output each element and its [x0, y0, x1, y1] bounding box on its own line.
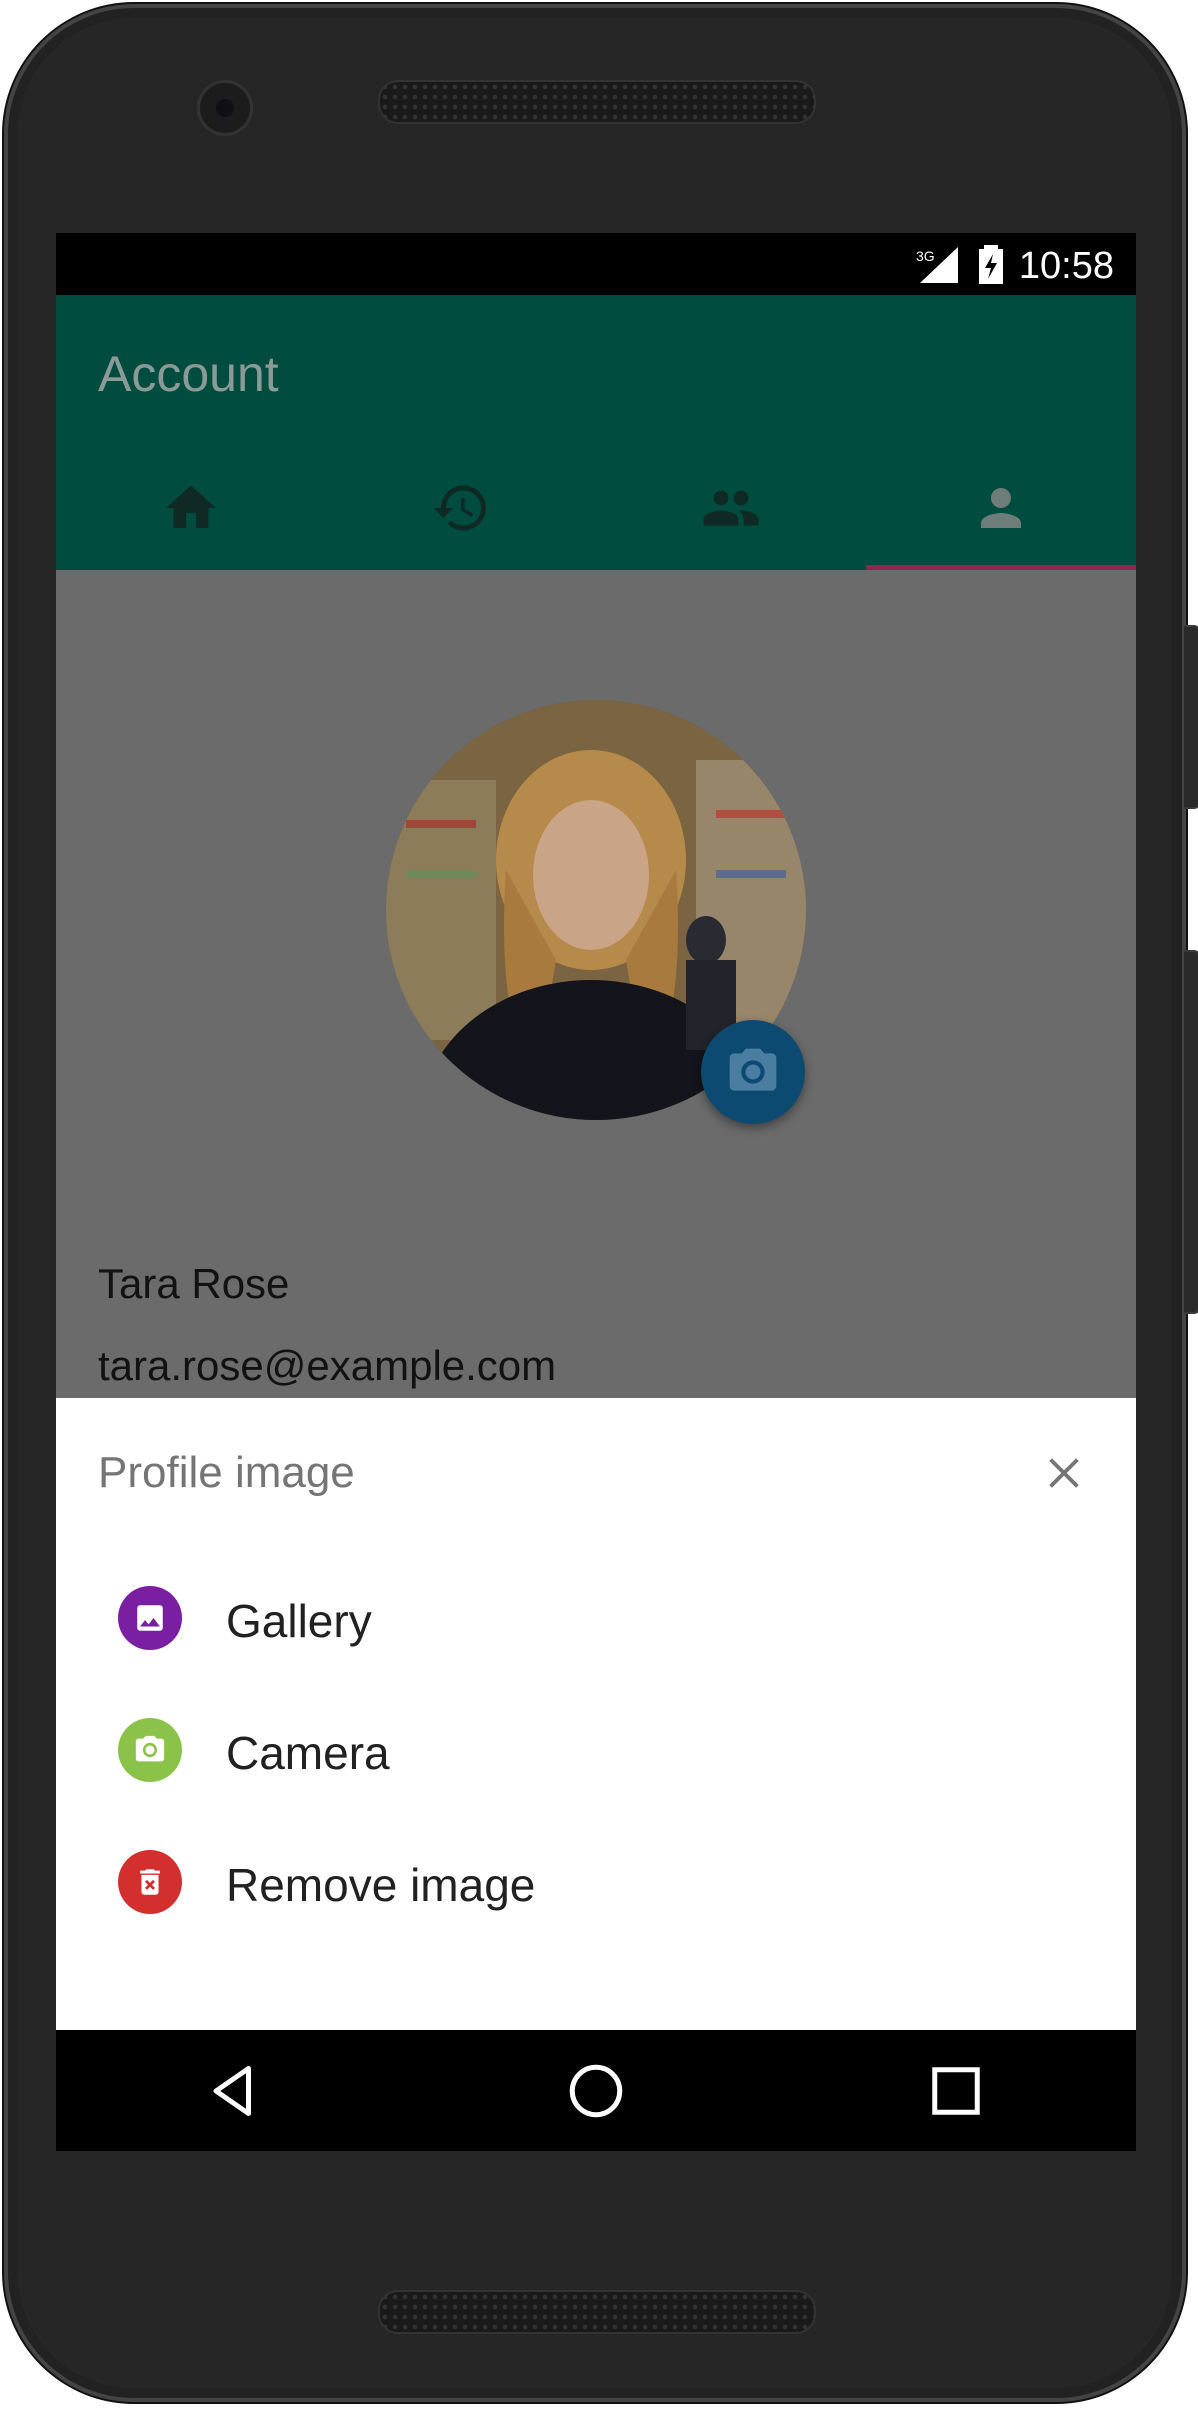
home-button[interactable] [416, 2030, 776, 2151]
profile-image-sheet: Profile image Gallery Camera Remove imag… [56, 1398, 1136, 2030]
recents-icon [932, 2066, 980, 2115]
option-gallery[interactable]: Gallery [56, 1548, 1136, 1688]
remove-icon-circle [118, 1850, 182, 1914]
camera-icon [135, 1735, 165, 1762]
option-label: Remove image [226, 1859, 536, 1911]
delete-icon [140, 1869, 160, 1895]
home-circle-icon [569, 2064, 623, 2117]
tab-history[interactable] [326, 445, 596, 570]
front-camera [197, 80, 253, 136]
tab-bar [56, 445, 1136, 570]
history-icon [433, 485, 486, 530]
camera-icon-circle [118, 1718, 182, 1782]
option-camera[interactable]: Camera [56, 1680, 1136, 1820]
camera-icon [729, 1048, 777, 1091]
option-label: Camera [226, 1727, 390, 1779]
image-icon [137, 1605, 163, 1631]
gallery-icon-circle [118, 1586, 182, 1650]
option-remove-image[interactable]: Remove image [56, 1812, 1136, 1952]
signal-icon: 3G [914, 245, 958, 290]
sheet-title: Profile image [98, 1448, 355, 1497]
battery-icon [978, 245, 1004, 290]
page-title: Account [98, 346, 279, 402]
recents-button[interactable] [776, 2030, 1136, 2151]
app-bar: Account [56, 295, 1136, 570]
back-button[interactable] [56, 2030, 416, 2151]
option-label: Gallery [226, 1595, 372, 1647]
tab-account[interactable] [866, 445, 1136, 570]
person-icon [981, 487, 1021, 528]
svg-text:3G: 3G [916, 248, 935, 264]
tab-home[interactable] [56, 445, 326, 570]
bottom-speaker [378, 2290, 816, 2334]
close-button[interactable] [1034, 1443, 1094, 1503]
status-bar: 3G 10:58 [56, 233, 1136, 295]
home-icon [166, 485, 216, 528]
people-icon [703, 490, 759, 525]
volume-button [1184, 625, 1198, 809]
status-time: 10:58 [1018, 245, 1114, 287]
screen: 3G 10:58 Account Tara Rose tara.rose@exa… [56, 233, 1136, 2151]
power-button [1184, 950, 1198, 1314]
user-name: Tara Rose [98, 1260, 290, 1307]
tab-people[interactable] [596, 445, 866, 570]
system-nav-bar [56, 2030, 1136, 2151]
close-icon [1049, 1458, 1079, 1488]
change-photo-button[interactable] [701, 1020, 805, 1124]
back-icon [213, 2065, 251, 2116]
account-content: Tara Rose tara.rose@example.com [56, 570, 1136, 1398]
top-speaker [378, 80, 816, 124]
user-email: tara.rose@example.com [98, 1342, 557, 1389]
